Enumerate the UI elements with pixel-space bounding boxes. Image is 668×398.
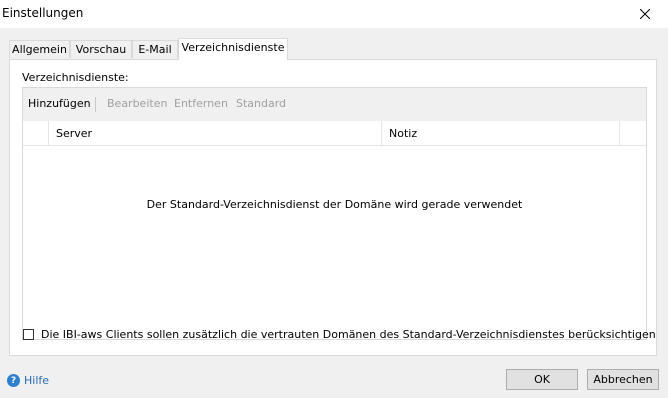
close-icon <box>640 9 650 19</box>
toolbar-separator <box>95 97 96 112</box>
cancel-button[interactable]: Abbrechen <box>587 369 659 390</box>
column-separator <box>619 121 620 145</box>
edit-button[interactable]: Bearbeiten <box>107 97 167 110</box>
trust-domains-option[interactable]: Die IBI-aws Clients sollen zusätzlich di… <box>23 326 656 342</box>
tab-allgemein[interactable]: Allgemein <box>9 40 70 58</box>
default-button[interactable]: Standard <box>236 97 286 110</box>
column-header-server[interactable]: Server <box>56 127 92 140</box>
empty-list-message: Der Standard-Verzeichnisdienst der Domän… <box>146 198 523 211</box>
help-label[interactable]: Hilfe <box>24 374 49 387</box>
grid-header: Server Notiz <box>23 121 646 146</box>
tab-email[interactable]: E-Mail <box>132 40 178 58</box>
title-bar: Einstellungen <box>0 0 668 28</box>
list-toolbar: Hinzufügen Bearbeiten Entfernen Standard <box>23 88 646 121</box>
trust-domains-label[interactable]: Die IBI-aws Clients sollen zusätzlich di… <box>41 328 656 341</box>
window-title: Einstellungen <box>2 6 84 20</box>
trust-domains-checkbox[interactable] <box>23 328 34 340</box>
add-button[interactable]: Hinzufügen <box>28 97 91 110</box>
tab-panel: Verzeichnisdienste: Hinzufügen Bearbeite… <box>9 59 657 356</box>
ok-button[interactable]: OK <box>506 369 578 390</box>
column-separator <box>48 121 49 145</box>
section-label: Verzeichnisdienste: <box>22 71 129 84</box>
column-header-notiz[interactable]: Notiz <box>389 127 417 140</box>
directory-service-list[interactable]: Hinzufügen Bearbeiten Entfernen Standard… <box>22 87 647 340</box>
column-separator <box>381 121 382 145</box>
remove-button[interactable]: Entfernen <box>174 97 228 110</box>
tab-verzeichnisdienste[interactable]: Verzeichnisdienste <box>178 38 288 60</box>
help-link[interactable]: ? Hilfe <box>7 374 49 387</box>
tab-vorschau[interactable]: Vorschau <box>70 40 132 58</box>
help-icon: ? <box>7 374 20 387</box>
close-button[interactable] <box>622 0 668 28</box>
